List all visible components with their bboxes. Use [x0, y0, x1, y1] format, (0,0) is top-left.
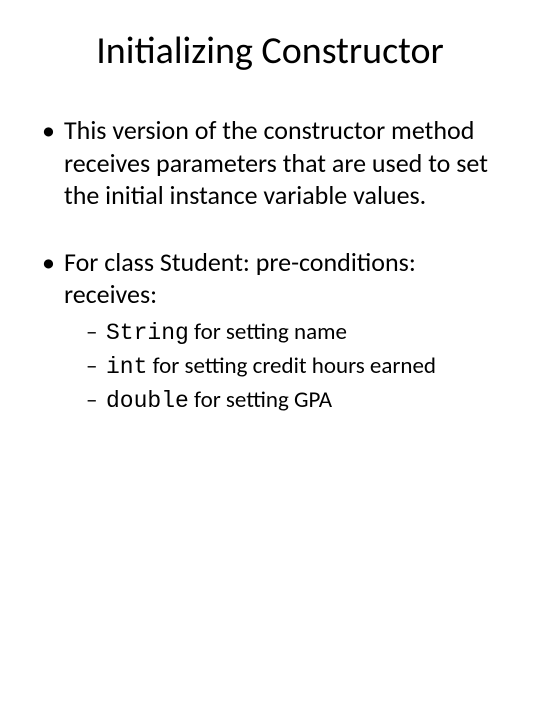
code-token: String [106, 320, 189, 346]
slide: Initializing Constructor This version of… [0, 0, 540, 720]
bullet-text: For class Student: pre-conditions: recei… [64, 246, 416, 311]
sub-bullet-list: String for setting name int for setting … [64, 317, 508, 417]
sub-bullet-text: for setting GPA [189, 386, 332, 414]
code-token: double [106, 388, 189, 414]
sub-bullet-text: for setting credit hours earned [147, 352, 436, 380]
slide-title: Initializing Constructor [32, 28, 508, 74]
bullet-item: This version of the constructor method r… [42, 114, 508, 212]
bullet-item: For class Student: pre-conditions: recei… [42, 246, 508, 417]
bullet-list: This version of the constructor method r… [32, 114, 508, 417]
sub-bullet-item: int for setting credit hours earned [86, 351, 508, 383]
code-token: int [106, 354, 147, 380]
bullet-text: This version of the constructor method r… [64, 114, 488, 211]
sub-bullet-text: for setting name [189, 318, 347, 346]
sub-bullet-item: double for setting GPA [86, 385, 508, 417]
sub-bullet-item: String for setting name [86, 317, 508, 349]
